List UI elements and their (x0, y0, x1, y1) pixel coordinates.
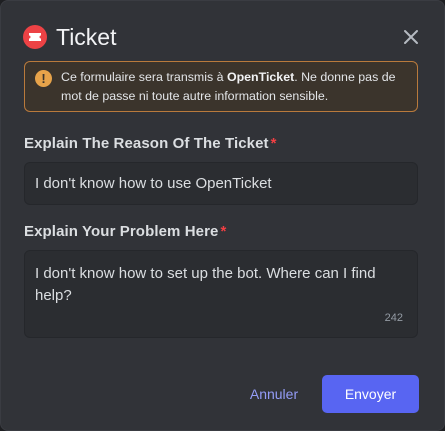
problem-label: Explain Your Problem Here * (24, 223, 226, 240)
character-counter: 242 (384, 312, 403, 324)
warning-app-name: OpenTicket (226, 70, 295, 84)
reason-input[interactable]: I don't know how to use OpenTicket (24, 162, 418, 205)
modal-title: Ticket (56, 24, 117, 50)
required-marker: * (270, 135, 277, 152)
problem-textarea[interactable]: I don't know how to set up the bot. Wher… (24, 250, 418, 338)
reason-label-text: Explain The Reason Of The Ticket (24, 135, 269, 152)
reason-label: Explain The Reason Of The Ticket * (24, 135, 277, 152)
privacy-warning: ! Ce formulaire sera transmis à OpenTick… (24, 61, 418, 112)
ticket-modal: Ticket ! Ce formulaire sera transmis à O… (0, 0, 445, 431)
close-icon[interactable] (400, 26, 422, 48)
modal-header: Ticket (23, 23, 422, 51)
warning-icon: ! (35, 70, 52, 87)
cancel-button[interactable]: Annuler (241, 375, 307, 413)
problem-textarea-value: I don't know how to set up the bot. Wher… (35, 265, 376, 304)
submit-button[interactable]: Envoyer (322, 375, 419, 413)
warning-text-before: Ce formulaire sera transmis à (61, 70, 227, 84)
ticket-icon (23, 25, 47, 49)
required-marker: * (220, 223, 227, 240)
problem-label-text: Explain Your Problem Here (24, 223, 219, 240)
